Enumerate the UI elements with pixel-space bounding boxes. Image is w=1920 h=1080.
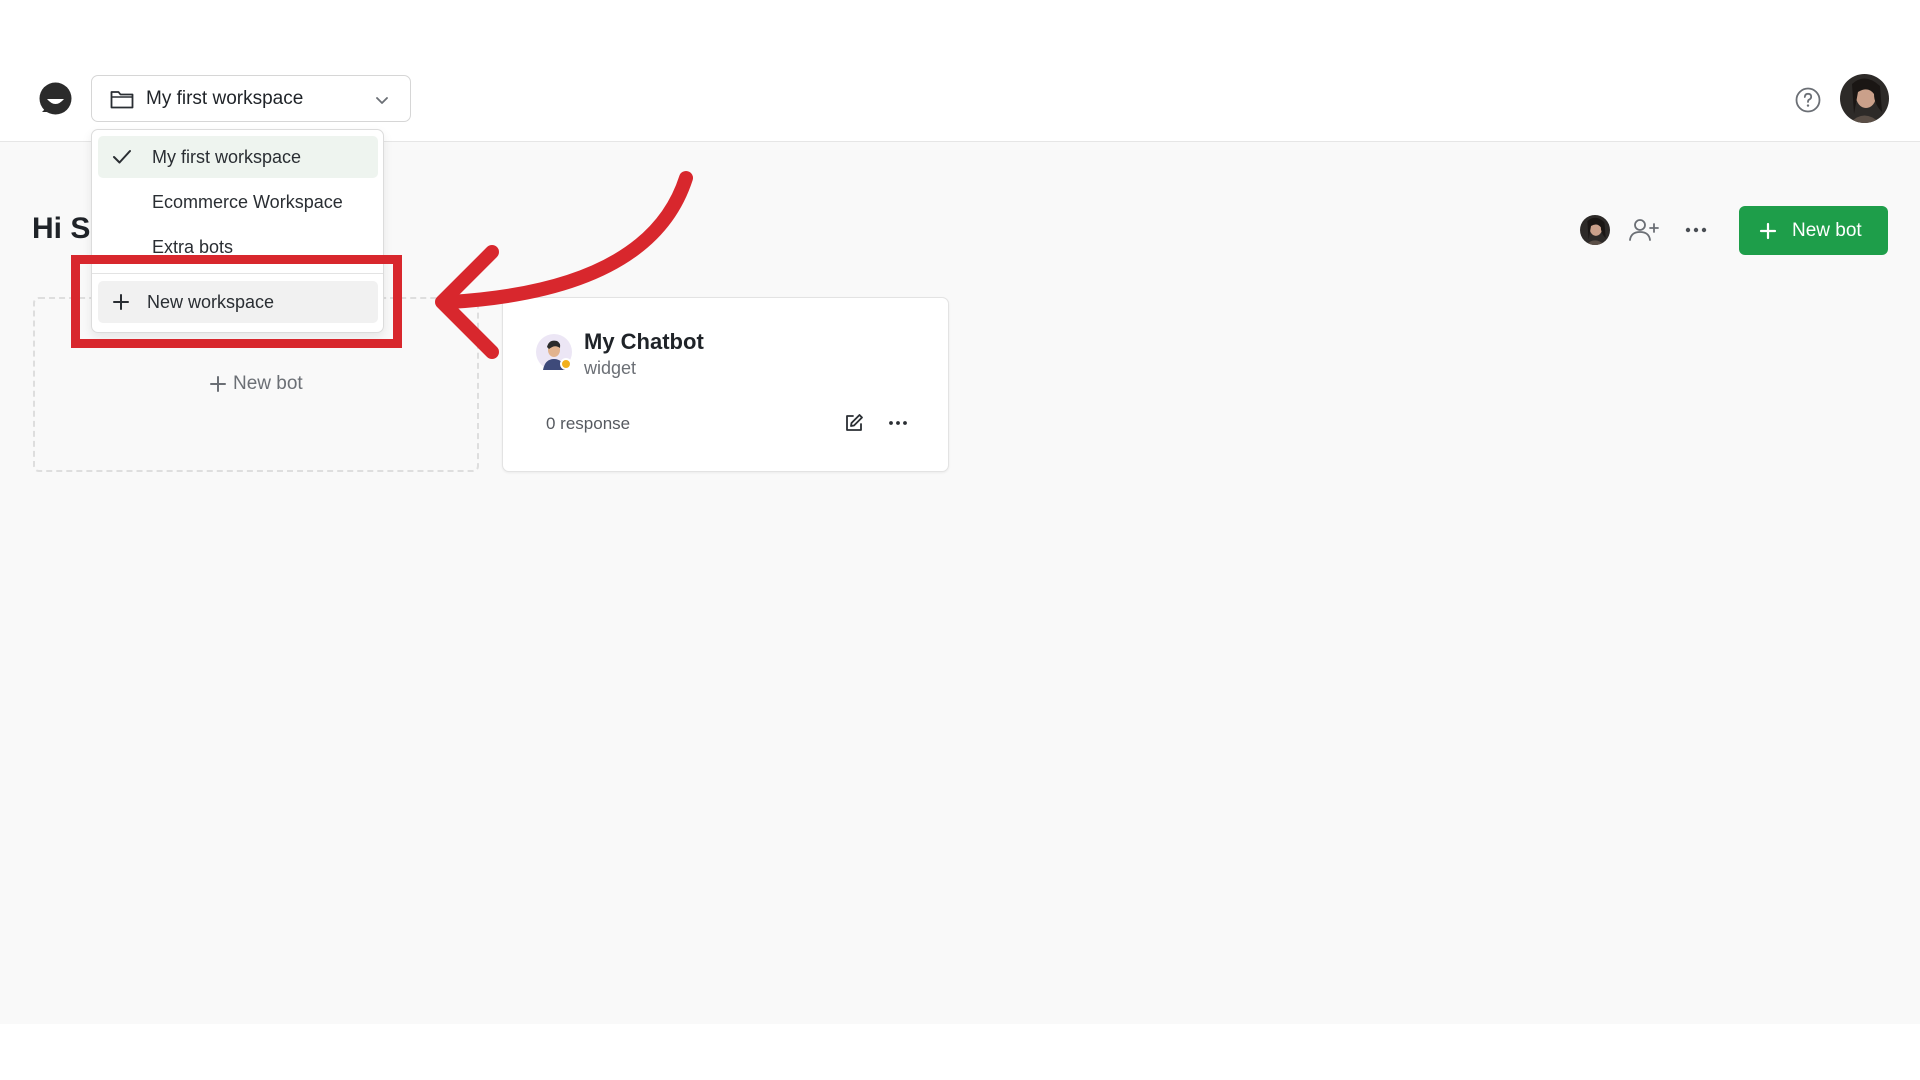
- new-bot-button-label: New bot: [1792, 219, 1862, 241]
- annotation-arrow-icon: [435, 171, 693, 359]
- workspace-selector-label: My first workspace: [146, 88, 304, 109]
- plus-icon: [1759, 222, 1777, 239]
- edit-icon[interactable]: [843, 412, 865, 434]
- workspace-option-label: My first workspace: [152, 147, 302, 167]
- new-bot-card-label: New bot: [233, 373, 303, 394]
- avatar-image: [1840, 74, 1889, 123]
- workspace-option-label: Ecommerce Workspace: [152, 192, 343, 212]
- avatar-image: [1580, 215, 1610, 245]
- new-bot-card-content: New bot: [209, 373, 303, 395]
- workspace-selector[interactable]: My first workspace: [91, 75, 411, 122]
- workspace-option-ecommerce-workspace[interactable]: Ecommerce Workspace: [98, 181, 378, 223]
- help-icon[interactable]: [1794, 86, 1822, 114]
- plus-icon: [210, 376, 226, 392]
- page-greeting: Hi Si: [32, 212, 99, 245]
- chevron-down-icon: [376, 97, 388, 104]
- bot-response-count: 0 response: [546, 414, 631, 433]
- add-user-icon[interactable]: [1628, 216, 1660, 244]
- workspace-option-my-first-workspace[interactable]: My first workspace: [98, 136, 378, 178]
- ellipsis-icon[interactable]: [888, 416, 908, 430]
- app-logo-icon[interactable]: [38, 82, 73, 117]
- check-icon: [113, 150, 131, 164]
- folder-icon: [110, 91, 134, 109]
- workspace-member-avatar[interactable]: [1580, 215, 1610, 245]
- bottom-strip: [0, 1024, 1920, 1080]
- user-avatar[interactable]: [1840, 74, 1889, 123]
- new-bot-button[interactable]: New bot: [1739, 206, 1888, 255]
- top-bar: My first workspace: [0, 0, 1920, 142]
- ellipsis-icon[interactable]: [1684, 220, 1708, 240]
- annotation-highlight-box: [71, 255, 402, 348]
